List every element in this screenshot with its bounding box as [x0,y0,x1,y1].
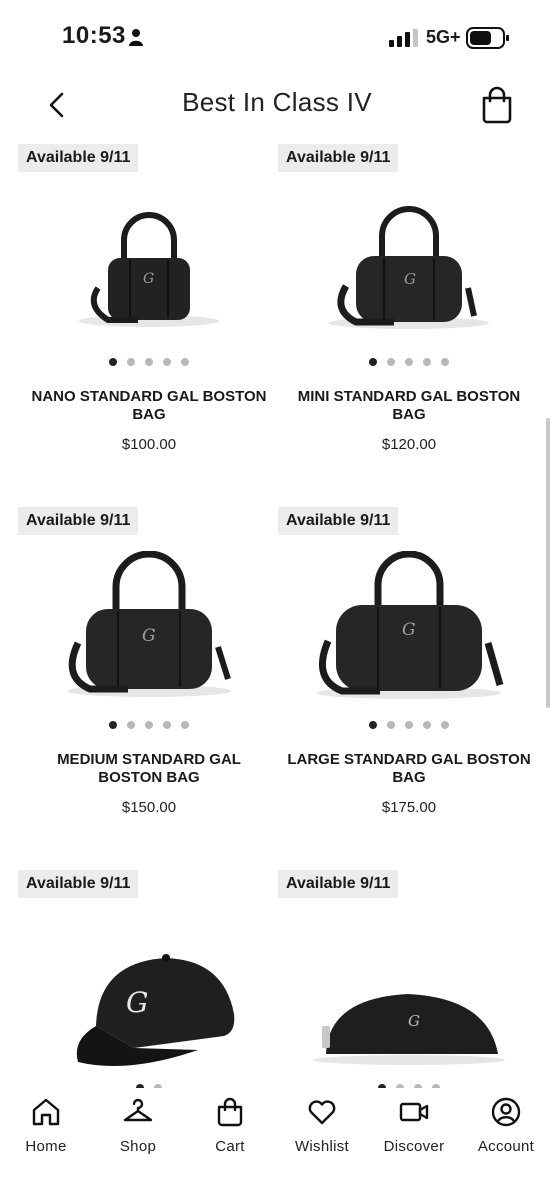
carousel-dot[interactable] [369,721,377,729]
carousel-dot[interactable] [441,358,449,366]
scrollbar[interactable] [546,418,550,708]
product-card[interactable]: Available 9/11 G LARGE STANDARD GAL BOST… [278,501,540,851]
status-time: 10:53 [62,22,126,49]
carousel-dot[interactable] [145,358,153,366]
bag-icon: G [67,551,231,697]
svg-text:G: G [408,1012,420,1030]
carousel-dot[interactable] [387,358,395,366]
carousel-dot[interactable] [405,358,413,366]
nav-label: Account [477,1138,535,1155]
carousel-dot[interactable] [181,358,189,366]
carousel-dot[interactable] [181,721,189,729]
image-carousel-dots [18,358,280,366]
nav-label: Discover [383,1138,445,1155]
bag-icon: G [79,212,219,327]
product-grid: Available 9/11 G NANO STANDARD GAL BOSTO… [0,138,554,1088]
carousel-dot[interactable] [109,721,117,729]
cart-icon [217,1097,243,1127]
hanger-icon [123,1098,153,1122]
product-price: $120.00 [381,436,437,453]
carousel-dot[interactable] [387,721,395,729]
svg-text:G: G [143,271,154,287]
nav-wishlist[interactable]: Wishlist [276,1096,368,1166]
product-price: $100.00 [121,436,177,453]
carousel-dot[interactable] [369,358,377,366]
nav-label: Cart [215,1138,245,1155]
product-card[interactable]: Available 9/11 G MINI STANDARD GAL BOSTO… [278,138,540,488]
cart-button[interactable] [480,86,514,124]
product-card[interactable]: Available 9/11 G [278,864,540,1088]
product-name[interactable]: MINI STANDARD GAL BOSTON BAG [278,388,540,424]
nav-label: Wishlist [294,1138,350,1155]
carousel-dot[interactable] [145,721,153,729]
status-bar: 10:53 5G+ [0,0,554,70]
network-label: 5G+ [426,27,461,47]
home-icon [32,1098,60,1126]
nav-home[interactable]: Home [0,1096,92,1166]
availability-badge: Available 9/11 [278,507,399,535]
nav-shop[interactable]: Shop [92,1096,184,1166]
carousel-dot[interactable] [405,721,413,729]
carousel-dot[interactable] [127,721,135,729]
pouch-icon: G [313,994,505,1065]
availability-badge: Available 9/11 [18,870,139,898]
signal-icon [389,29,418,47]
bag-icon: G [329,206,489,329]
product-card[interactable]: Available 9/11 G MEDIUM STANDARD GAL BOS… [18,501,280,851]
nav-discover[interactable]: Discover [368,1096,460,1166]
nav-account[interactable]: Account [460,1096,552,1166]
carousel-dot[interactable] [109,358,117,366]
product-name[interactable]: MEDIUM STANDARD GAL BOSTON BAG [18,751,280,787]
nav-label: Shop [119,1138,157,1155]
availability-badge: Available 9/11 [18,507,139,535]
battery-icon [466,27,509,49]
carousel-dot[interactable] [163,721,171,729]
product-name[interactable]: LARGE STANDARD GAL BOSTON BAG [278,751,540,787]
shopping-bag-icon [482,86,512,124]
bag-icon: G [317,551,504,699]
carousel-dot[interactable] [423,721,431,729]
svg-text:G: G [404,270,416,288]
carousel-dot[interactable] [423,358,431,366]
product-price: $175.00 [381,799,437,816]
svg-text:G: G [142,626,156,646]
heart-icon [308,1100,336,1125]
svg-text:G: G [126,986,148,1019]
person-icon [129,29,143,46]
carousel-dot[interactable] [441,721,449,729]
carousel-dot[interactable] [163,358,171,366]
nav-cart[interactable]: Cart [184,1096,276,1166]
availability-badge: Available 9/11 [18,144,139,172]
account-icon [491,1097,521,1127]
product-price: $150.00 [121,799,177,816]
image-carousel-dots [278,721,540,729]
image-carousel-dots [278,358,540,366]
cap-icon: G [76,954,235,1066]
carousel-dot[interactable] [127,358,135,366]
product-card[interactable]: Available 9/11 G [18,864,280,1088]
product-card[interactable]: Available 9/11 G NANO STANDARD GAL BOSTO… [18,138,280,488]
nav-label: Home [25,1138,67,1155]
product-name[interactable]: NANO STANDARD GAL BOSTON BAG [18,388,280,424]
page-title: Best In Class IV [182,87,372,117]
svg-text:G: G [402,620,416,640]
page-header: Best In Class IV [0,78,554,132]
availability-badge: Available 9/11 [278,870,399,898]
video-icon [399,1102,429,1122]
bottom-nav: Home Shop Cart Wishlist Discover Account [0,1088,554,1200]
availability-badge: Available 9/11 [278,144,399,172]
image-carousel-dots [18,721,280,729]
